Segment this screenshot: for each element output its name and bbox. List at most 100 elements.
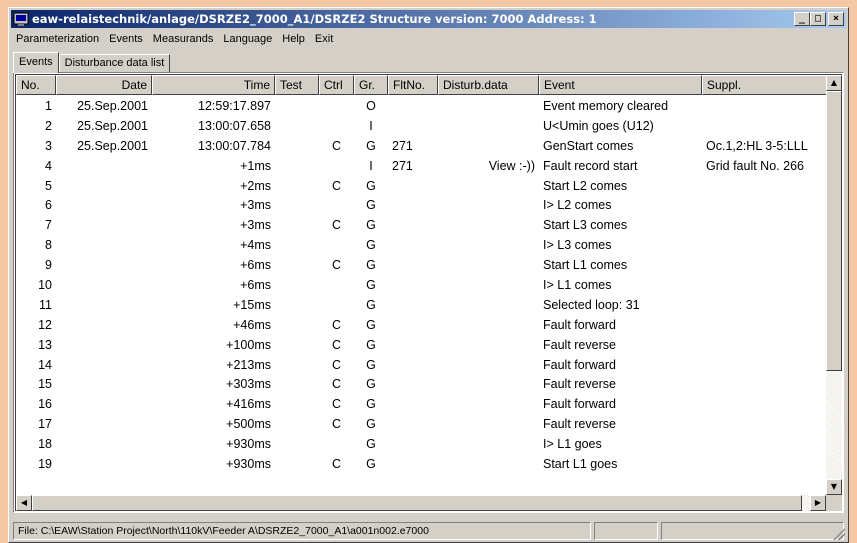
col-header-group[interactable]: Gr. — [354, 75, 388, 95]
cell-group: G — [366, 457, 376, 472]
cell-suppl — [702, 356, 828, 376]
col-header-ctrl[interactable]: Ctrl — [319, 75, 354, 95]
col-header-fltno[interactable]: FltNo. — [388, 75, 438, 95]
cell-suppl — [702, 336, 828, 356]
minimize-button[interactable]: _ — [794, 12, 810, 26]
vertical-scrollbar[interactable]: ▲ ▼ — [826, 75, 842, 495]
cell-disturb-data — [438, 435, 539, 455]
col-header-suppl[interactable]: Suppl. — [702, 75, 828, 95]
table-row[interactable]: 12 +46ms C G Fault forward — [16, 316, 828, 336]
table-row[interactable]: 5 +2ms C G Start L2 comes — [16, 177, 828, 197]
table-row[interactable]: 11 +15ms G Selected loop: 31 — [16, 296, 828, 316]
cell-time: +15ms — [233, 297, 271, 312]
cell-test — [275, 435, 319, 455]
cell-event: Fault forward — [543, 357, 616, 372]
cell-suppl — [702, 276, 828, 296]
cell-ctrl — [319, 236, 354, 256]
horizontal-scrollbar[interactable]: ◀ ▶ — [16, 495, 826, 511]
cell-no: 11 — [39, 297, 52, 312]
close-button[interactable]: × — [828, 12, 844, 26]
table-row[interactable]: 18 +930ms G I> L1 goes — [16, 435, 828, 455]
cell-fltno — [388, 97, 438, 117]
down-arrow-icon: ▼ — [830, 482, 838, 491]
cell-disturb-data — [438, 97, 539, 117]
cell-date — [56, 276, 152, 296]
scroll-up-button[interactable]: ▲ — [826, 75, 842, 91]
vertical-scroll-thumb[interactable] — [826, 91, 842, 371]
cell-suppl — [702, 435, 828, 455]
cell-test — [275, 236, 319, 256]
cell-date — [56, 296, 152, 316]
menu-measurands[interactable]: Measurands — [148, 30, 219, 49]
menu-help[interactable]: Help — [277, 30, 310, 49]
cell-test — [275, 415, 319, 435]
cell-suppl — [702, 117, 828, 137]
cell-ctrl: C — [331, 218, 342, 233]
table-row[interactable]: 15 +303ms C G Fault reverse — [16, 375, 828, 395]
table-row[interactable]: 8 +4ms G I> L3 comes — [16, 236, 828, 256]
cell-ctrl: C — [331, 178, 342, 193]
menu-events[interactable]: Events — [104, 30, 148, 49]
cell-suppl — [702, 196, 828, 216]
cell-test — [275, 276, 319, 296]
title-bar[interactable]: eaw-relaistechnik/anlage/DSRZE2_7000_A1/… — [11, 10, 846, 28]
cell-no: 10 — [38, 278, 52, 293]
col-header-test[interactable]: Test — [275, 75, 319, 95]
cell-time: +46ms — [233, 317, 271, 332]
cell-suppl — [702, 97, 828, 117]
tab-events[interactable]: Events — [13, 52, 59, 73]
cell-suppl — [702, 216, 828, 236]
status-file-path: File: C:\EAW\Station Project\North\110kV… — [13, 522, 591, 540]
table-row[interactable]: 7 +3ms C G Start L3 comes — [16, 216, 828, 236]
events-list[interactable]: No. Date Time Test Ctrl Gr. FltNo. Distu… — [13, 72, 844, 513]
table-row[interactable]: 9 +6ms C G Start L1 comes — [16, 256, 828, 276]
maximize-button[interactable]: □ — [810, 12, 826, 26]
menu-language[interactable]: Language — [218, 30, 277, 49]
table-row[interactable]: 17 +500ms C G Fault reverse — [16, 415, 828, 435]
cell-no: 12 — [38, 317, 52, 332]
col-header-no[interactable]: No. — [16, 75, 56, 95]
menu-exit[interactable]: Exit — [310, 30, 338, 49]
cell-test — [275, 455, 319, 475]
cell-test — [275, 177, 319, 197]
scroll-down-button[interactable]: ▼ — [826, 479, 842, 495]
horizontal-scroll-thumb[interactable] — [32, 495, 802, 511]
cell-fltno — [388, 395, 438, 415]
cell-fltno — [388, 415, 438, 435]
table-row[interactable]: 6 +3ms G I> L2 comes — [16, 196, 828, 216]
cell-event: GenStart comes — [543, 138, 634, 153]
status-panel-3 — [661, 522, 844, 540]
cell-event: Start L1 comes — [543, 258, 628, 273]
cell-ctrl: C — [331, 258, 342, 273]
scroll-left-button[interactable]: ◀ — [16, 495, 32, 511]
table-row[interactable]: 3 25.Sep.2001 13:00:07.784 C G 271 GenStart co… — [16, 137, 828, 157]
cell-disturb-data — [438, 395, 539, 415]
cell-disturb-data — [438, 236, 539, 256]
cell-no: 4 — [45, 158, 52, 173]
table-row[interactable]: 19 +930ms C G Start L1 goes — [16, 455, 828, 475]
table-row[interactable]: 13 +100ms C G Fault reverse — [16, 336, 828, 356]
table-row[interactable]: 1 25.Sep.2001 12:59:17.897 O Event memory cl… — [16, 97, 828, 117]
cell-disturb-data[interactable]: View :-)) — [438, 157, 539, 177]
table-row[interactable]: 2 25.Sep.2001 13:00:07.658 I U<Umin goes (U1… — [16, 117, 828, 137]
right-arrow-icon: ▶ — [814, 498, 822, 507]
col-header-time[interactable]: Time — [152, 75, 275, 95]
col-header-date[interactable]: Date — [56, 75, 152, 95]
cell-ctrl: C — [331, 357, 342, 372]
resize-grip-icon[interactable] — [833, 528, 845, 540]
cell-ctrl — [319, 196, 354, 216]
cell-time: +1ms — [240, 158, 271, 173]
col-header-disturb-data[interactable]: Disturb.data — [438, 75, 539, 95]
cell-no: 14 — [38, 357, 52, 372]
menu-parameterization[interactable]: Parameterization — [11, 30, 104, 49]
table-row[interactable]: 14 +213ms C G Fault forward — [16, 356, 828, 376]
col-header-event[interactable]: Event — [539, 75, 702, 95]
tab-disturbance-data-list[interactable]: Disturbance data list — [58, 54, 171, 72]
table-row[interactable]: 16 +416ms C G Fault forward — [16, 395, 828, 415]
cell-disturb-data — [438, 356, 539, 376]
table-row[interactable]: 4 +1ms I 271 View :-)) Fault record start Grid… — [16, 157, 828, 177]
cell-ctrl: C — [331, 397, 342, 412]
table-row[interactable]: 10 +6ms G I> L1 comes — [16, 276, 828, 296]
scroll-right-button[interactable]: ▶ — [810, 495, 826, 511]
cell-group: G — [366, 397, 376, 412]
